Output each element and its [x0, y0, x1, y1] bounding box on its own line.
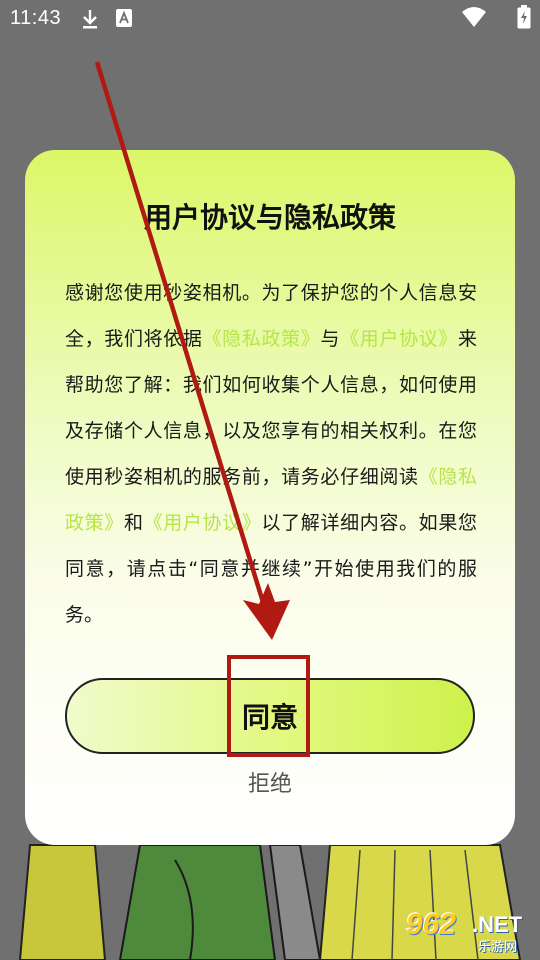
user-agreement-link[interactable]: 《用户协议》 [144, 512, 262, 534]
dialog-body-text: 感谢您使用秒姿相机。为了保护您的个人信息安全，我们将依据《隐私政策》与《用户协议… [65, 270, 477, 638]
dialog-title: 用户协议与隐私政策 [143, 201, 396, 234]
wifi-icon [461, 6, 487, 33]
status-time: 11:43 [10, 7, 62, 29]
privacy-policy-link[interactable]: 《隐私政策》 [203, 328, 321, 350]
agree-button[interactable]: 同意 [65, 678, 475, 754]
status-bar: 11:43 [0, 0, 540, 36]
body-text-segment: 与 [320, 328, 341, 350]
agree-button-label: 同意 [241, 701, 298, 734]
privacy-dialog: 用户协议与隐私政策 感谢您使用秒姿相机。为了保护您的个人信息安全，我们将依据《隐… [25, 150, 515, 845]
download-icon [80, 8, 100, 35]
body-text-segment: 和 [123, 512, 144, 534]
text-a-icon [115, 8, 133, 33]
battery-icon [517, 5, 531, 34]
user-agreement-link[interactable]: 《用户协议》 [340, 328, 458, 350]
body-text-segment: 来帮助您了解：我们如何收集个人信息，如何使用及存储个人信息，以及您享有的相关权利… [65, 328, 477, 488]
reject-button[interactable]: 拒绝 [25, 766, 515, 798]
